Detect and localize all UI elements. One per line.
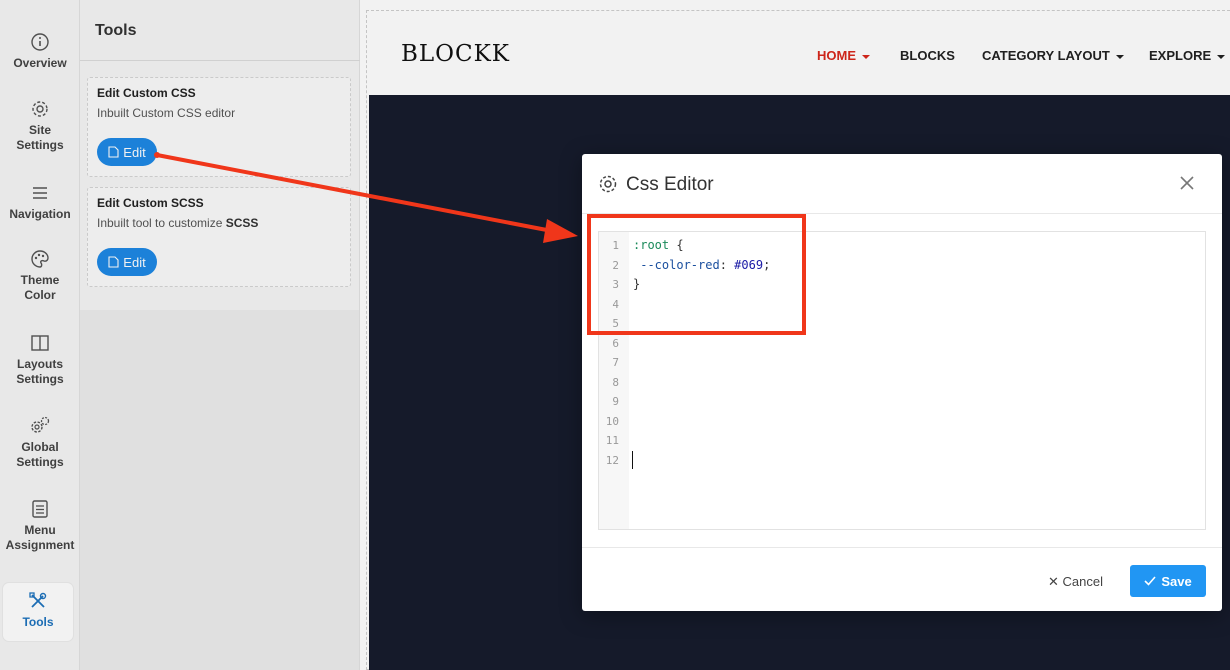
line-number: 8 — [612, 376, 619, 389]
modal-title: Css Editor — [626, 174, 714, 195]
check-icon — [1144, 576, 1156, 586]
modal-footer: ✕ Cancel Save — [582, 547, 1222, 611]
line-number: 9 — [612, 395, 619, 408]
close-icon[interactable] — [1180, 176, 1194, 190]
cancel-x-icon: ✕ — [1048, 574, 1059, 589]
annotation-highlight-box — [587, 214, 806, 335]
line-number: 12 — [605, 454, 619, 467]
line-number: 10 — [605, 415, 619, 428]
gear-icon — [599, 175, 617, 193]
button-label: Save — [1161, 573, 1192, 589]
cancel-button[interactable]: ✕ Cancel — [1048, 574, 1103, 590]
text-cursor — [632, 451, 633, 469]
line-number: 11 — [605, 434, 619, 447]
modal-header: Css Editor — [582, 154, 1222, 214]
save-button[interactable]: Save — [1130, 565, 1206, 597]
button-label: Cancel — [1062, 574, 1103, 589]
line-number: 6 — [612, 337, 619, 350]
line-number: 7 — [612, 356, 619, 369]
